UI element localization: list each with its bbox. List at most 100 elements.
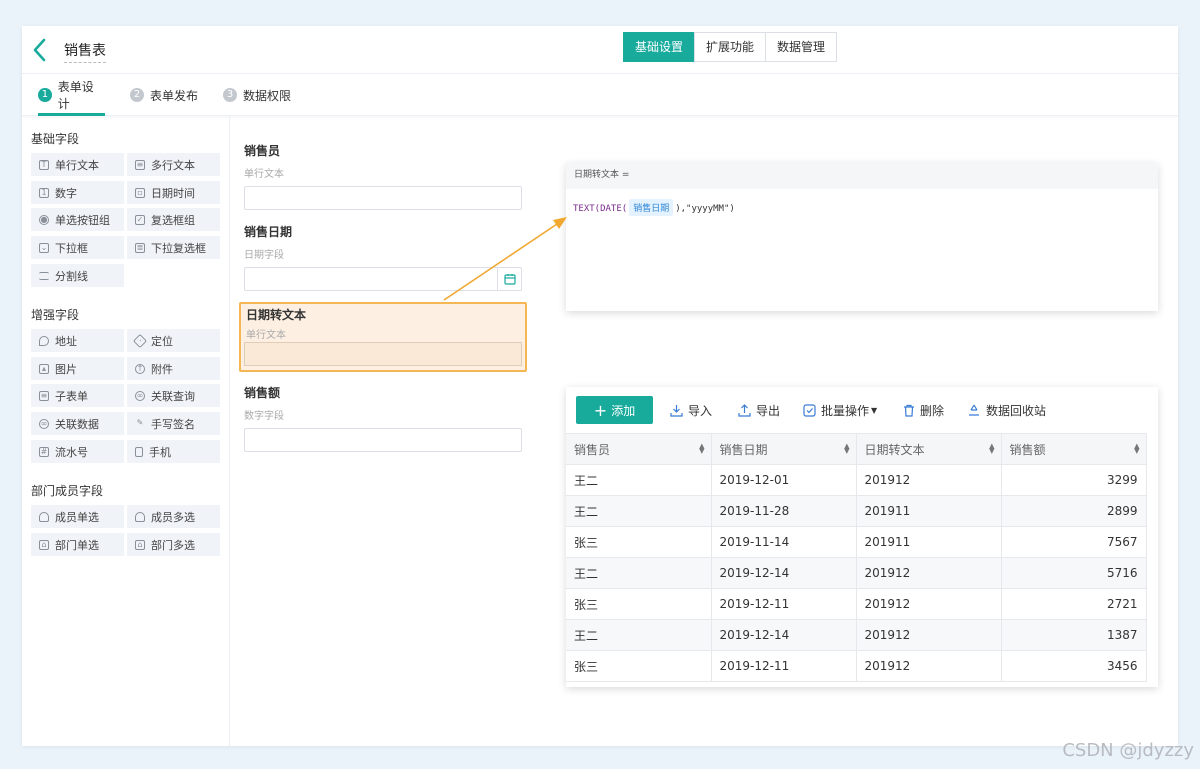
cell-date-text: 201912 xyxy=(856,619,1002,651)
column-header-sale-date[interactable]: 销售日期 ▲ ▼ xyxy=(711,433,857,465)
cell-salesperson: 王二 xyxy=(566,464,712,496)
salesperson-input[interactable] xyxy=(244,186,522,210)
field-divider[interactable]: 分割线 xyxy=(31,264,124,287)
sort-icon[interactable]: ▲ ▼ xyxy=(989,443,994,455)
tab-basic-settings[interactable]: 基础设置 xyxy=(623,32,696,62)
cell-date-text: 201912 xyxy=(856,557,1002,589)
table-row[interactable]: 张三 2019-11-14 201911 7567 xyxy=(566,526,1147,558)
cell-sales-amount: 5716 xyxy=(1001,557,1147,589)
tab-data-management[interactable]: 数据管理 xyxy=(765,32,838,62)
column-header-salesperson[interactable]: 销售员 ▲ ▼ xyxy=(566,433,712,465)
table-row[interactable]: 王二 2019-12-14 201912 1387 xyxy=(566,619,1147,651)
recycle-bin-button[interactable]: 数据回收站 xyxy=(967,402,1046,419)
add-button[interactable]: + 添加 xyxy=(576,396,653,424)
step-number: 3 xyxy=(223,88,237,102)
form-field-date-to-text[interactable]: 日期转文本 单行文本 xyxy=(239,302,527,372)
date-to-text-input[interactable] xyxy=(244,342,522,366)
field-label: 成员单选 xyxy=(55,510,99,524)
field-dept-multi[interactable]: ⌂ 部门多选 xyxy=(127,533,220,556)
step-form-publish[interactable]: 2 表单发布 xyxy=(130,74,198,116)
table-row[interactable]: 王二 2019-12-14 201912 5716 xyxy=(566,557,1147,589)
field-radio-group[interactable]: ● 单选按钮组 xyxy=(31,208,124,231)
divider-icon xyxy=(39,271,49,280)
cell-sale-date: 2019-11-14 xyxy=(711,526,857,558)
data-panel: + 添加 导入 导出 批量操作 ▼ 删除 数据回收站 销售员 ▲ ▼ 销售日期 ▲ ▼ xyxy=(566,387,1158,687)
export-label: 导出 xyxy=(756,404,781,418)
form-field-sales-amount[interactable]: 销售额 数字字段 xyxy=(244,384,522,452)
field-member-multi[interactable]: 成员多选 xyxy=(127,505,220,528)
back-arrow-icon[interactable] xyxy=(30,37,50,63)
sort-icon[interactable]: ▲ ▼ xyxy=(699,443,704,455)
form-field-sale-date[interactable]: 销售日期 日期字段 xyxy=(244,223,522,291)
formula-editor[interactable]: TEXT(DATE(销售日期),"yyyyMM") xyxy=(566,189,1158,216)
header: 销售表 基础设置 扩展功能 数据管理 xyxy=(22,26,1178,74)
field-datetime[interactable]: ▫ 日期时间 xyxy=(127,181,220,204)
field-link-query[interactable]: ∞ 关联查询 xyxy=(127,384,220,407)
field-member-single[interactable]: 成员单选 xyxy=(31,505,124,528)
table-row[interactable]: 张三 2019-12-11 201912 2721 xyxy=(566,588,1147,620)
step-data-permission[interactable]: 3 数据权限 xyxy=(223,74,291,116)
field-type: 单行文本 xyxy=(244,169,284,180)
formula-panel: 日期转文本 = TEXT(DATE(销售日期),"yyyyMM") xyxy=(566,163,1158,311)
field-label: 部门单选 xyxy=(55,538,99,552)
field-address[interactable]: 地址 xyxy=(31,329,124,352)
column-label: 销售员 xyxy=(574,442,611,457)
cell-date-text: 201912 xyxy=(856,650,1002,682)
group-title-dept-member: 部门成员字段 xyxy=(31,484,104,498)
group-title-basic: 基础字段 xyxy=(31,132,80,146)
phone-icon xyxy=(135,446,143,457)
formula-field-token[interactable]: 销售日期 xyxy=(629,199,674,216)
column-header-date-text[interactable]: 日期转文本 ▲ ▼ xyxy=(856,433,1002,465)
cell-salesperson: 张三 xyxy=(566,588,712,620)
column-header-sales-amount[interactable]: 销售额 ▲ ▼ xyxy=(1001,433,1147,465)
tab-extensions[interactable]: 扩展功能 xyxy=(694,32,767,62)
field-dropdown-multi[interactable]: ≣ 下拉复选框 xyxy=(127,236,220,259)
calendar-icon[interactable] xyxy=(497,268,521,290)
cell-date-text: 201911 xyxy=(856,495,1002,527)
cell-salesperson: 王二 xyxy=(566,495,712,527)
field-signature[interactable]: ✎ 手写签名 xyxy=(127,412,220,435)
import-button[interactable]: 导入 xyxy=(670,402,712,419)
add-label: 添加 xyxy=(611,403,636,418)
table-row[interactable]: 王二 2019-12-01 201912 3299 xyxy=(566,464,1147,496)
delete-button[interactable]: 删除 xyxy=(903,402,944,419)
table-row[interactable]: 王二 2019-11-28 201911 2899 xyxy=(566,495,1147,527)
field-single-text[interactable]: T 单行文本 xyxy=(31,153,124,176)
field-subform[interactable]: ≡ 子表单 xyxy=(31,384,124,407)
sale-date-input[interactable] xyxy=(244,267,522,291)
field-checkbox-group[interactable]: ✓ 复选框组 xyxy=(127,208,220,231)
field-serial[interactable]: # 流水号 xyxy=(31,440,124,463)
field-phone[interactable]: 手机 xyxy=(127,440,220,463)
field-label: 关联数据 xyxy=(55,417,99,431)
field-link-data[interactable]: ∞ 关联数据 xyxy=(31,412,124,435)
table-row[interactable]: 张三 2019-12-11 201912 3456 xyxy=(566,650,1147,682)
export-button[interactable]: 导出 xyxy=(738,402,780,419)
column-label: 销售日期 xyxy=(719,442,768,457)
step-form-design[interactable]: 1 表单设计 xyxy=(38,74,105,116)
trash-icon xyxy=(904,404,914,417)
form-title[interactable]: 销售表 xyxy=(64,40,106,63)
form-field-salesperson[interactable]: 销售员 单行文本 xyxy=(244,142,522,210)
field-dept-single[interactable]: ⌂ 部门单选 xyxy=(31,533,124,556)
field-number[interactable]: 1 数字 xyxy=(31,181,124,204)
step-label: 表单设计 xyxy=(57,80,94,111)
field-title: 销售员 xyxy=(244,144,281,158)
field-locate[interactable]: · 定位 xyxy=(127,329,220,352)
sort-icon[interactable]: ▲ ▼ xyxy=(1134,443,1139,455)
field-attachment[interactable]: ↑ 附件 xyxy=(127,357,220,380)
field-label: 多行文本 xyxy=(151,158,195,172)
sort-icon[interactable]: ▲ ▼ xyxy=(844,443,849,455)
field-multi-text[interactable]: ≡ 多行文本 xyxy=(127,153,220,176)
batch-label: 批量操作 xyxy=(821,404,870,418)
batch-icon xyxy=(803,404,816,417)
field-type: 数字字段 xyxy=(244,411,284,422)
cell-salesperson: 王二 xyxy=(566,557,712,589)
sales-amount-input[interactable] xyxy=(244,428,522,452)
cell-sales-amount: 3456 xyxy=(1001,650,1147,682)
field-image[interactable]: ▴ 图片 xyxy=(31,357,124,380)
import-icon xyxy=(670,405,683,417)
recycle-label: 数据回收站 xyxy=(986,404,1047,418)
field-dropdown[interactable]: ⌄ 下拉框 xyxy=(31,236,124,259)
field-palette: 基础字段 T 单行文本 ≡ 多行文本 1 数字 ▫ 日期时间 ● 单选按钮组 ✓ 复选框组 … xyxy=(22,116,230,746)
batch-operation-dropdown[interactable]: 批量操作 ▼ xyxy=(803,402,877,419)
